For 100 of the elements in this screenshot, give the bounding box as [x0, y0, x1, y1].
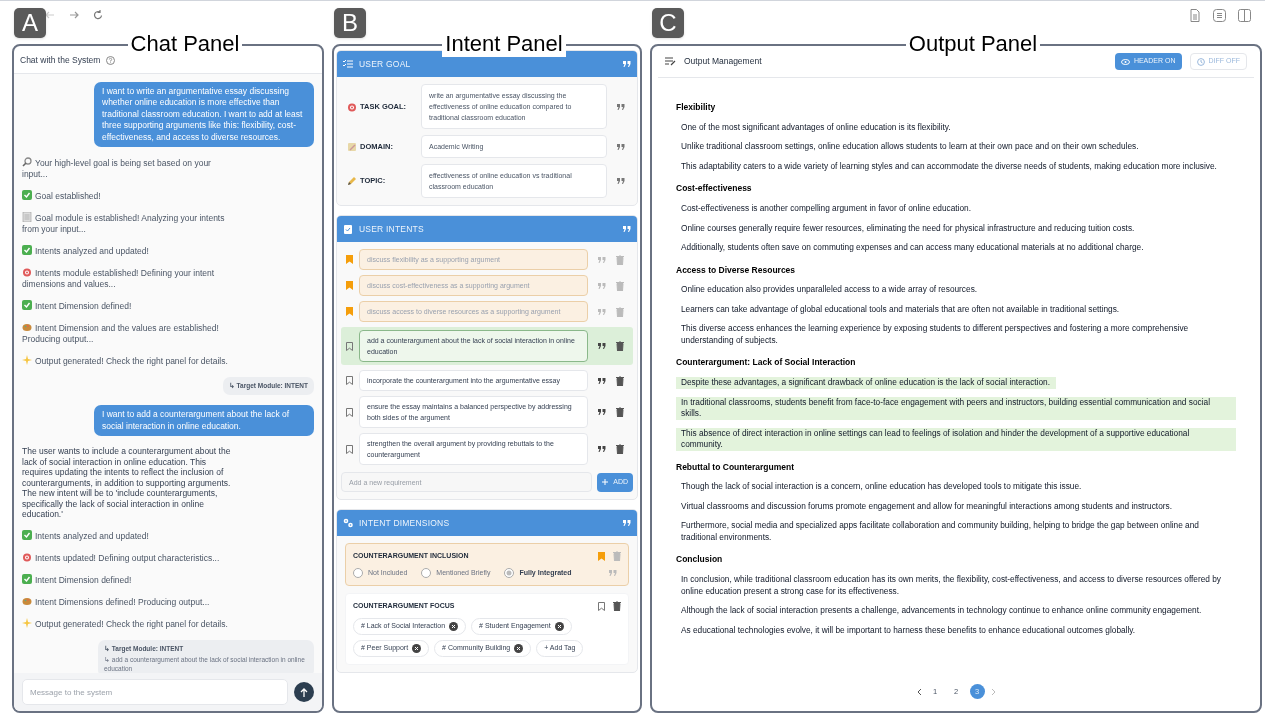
paragraph: This adaptability caters to a wide variety of learning styles and can accommodate the diverse needs of students, making education more inclusive. [680, 160, 1218, 173]
bookmark-icon[interactable] [598, 551, 605, 561]
quote-icon[interactable] [617, 103, 625, 110]
trash-icon[interactable] [613, 601, 621, 612]
status-message: Intent Dimension defined! [22, 573, 232, 586]
sparkle-icon [22, 617, 32, 628]
quote-icon[interactable] [617, 178, 625, 184]
clipboard-icon [343, 224, 353, 234]
bookmark-icon[interactable] [346, 307, 353, 316]
history-icon [1196, 57, 1205, 66]
sparkle-icon [22, 355, 32, 366]
send-button[interactable] [294, 682, 314, 702]
status-message: Intent Dimension defined! [22, 300, 232, 313]
status-message: Intent Dimension and the values are established! Producing output... [22, 322, 220, 346]
quote-icon[interactable] [617, 143, 625, 150]
remove-icon[interactable] [554, 621, 564, 631]
trash-icon[interactable] [616, 375, 624, 386]
trash-icon[interactable] [616, 341, 624, 351]
remove-icon[interactable] [514, 643, 524, 653]
status-message: Output generated! Check the right panel for details. [22, 617, 232, 630]
user-message-bubble: I want to write an argumentative essay discussing whether online education is more effective than traditional classroom education. I want to add at least three supporting arguments like this: flexibility, cost-effectiveness, and access to diverse resources. [94, 81, 314, 148]
check-icon [22, 573, 32, 584]
paragraph: As educational technologies evolve, it will be important to harness these benefits to enhance educational outcomes globally. [680, 624, 1137, 636]
section-title: INTENT DIMENSIONS [359, 516, 451, 530]
target-icon [22, 267, 32, 278]
section-heading: Rebuttal to Counterargument [676, 460, 796, 474]
radio-button[interactable] [504, 567, 515, 578]
paragraph: Online courses generally require fewer resources, eliminating the need for physical infrastructure and reducing tuition costs. [680, 222, 1136, 234]
status-message: Intents analyzed and updated! [22, 245, 232, 258]
help-icon[interactable] [106, 55, 116, 65]
remove-icon[interactable] [449, 621, 459, 631]
bookmark-icon[interactable] [346, 376, 353, 385]
bookmark-icon[interactable] [346, 407, 353, 417]
reload-icon[interactable] [92, 9, 104, 21]
quote-icon[interactable] [598, 409, 606, 415]
target-icon [22, 551, 32, 562]
status-message: Your high-level goal is being set based on your input... [22, 157, 212, 181]
panel-letter-badge: A [14, 8, 46, 38]
panel-title: Output Management [684, 55, 763, 68]
back-arrow-icon[interactable] [44, 9, 56, 21]
arrow-up-icon [300, 687, 308, 697]
trash-icon[interactable] [616, 407, 624, 417]
bookmark-icon[interactable] [346, 281, 353, 290]
paragraph: Additionally, students often save on commuting expenses and can access many educational materials at no additional charge. [680, 242, 1145, 254]
paragraph: This absence of direct interaction in online settings can lead to feelings of isolation and hinder the development of a supportive educational community. [676, 427, 1236, 451]
user-message-bubble: I want to add a counterargument about the lack of social interaction in online education. [94, 405, 314, 436]
quote-icon[interactable] [598, 343, 606, 349]
remove-icon[interactable] [412, 643, 422, 653]
status-message: Intents updated! Defining output characteristics... [22, 551, 232, 564]
paragraph: Virtual classrooms and discussion forums promote engagement and allow for meaningful interactions among students and instructors. [680, 500, 1173, 513]
check-icon [22, 245, 32, 256]
bookmark-icon[interactable] [346, 444, 353, 454]
section-heading: Access to Diverse Resources [676, 263, 797, 277]
paragraph: In conclusion, while traditional classroom education has its own merits, the flexibility, cost-effectiveness, and access to diverse resources offered by online education present a strong case for its effectiveness. [680, 574, 1223, 597]
section-heading: Counterargument: Lack of Social Interaction [676, 356, 857, 369]
status-message: Intents module established! Defining your intent dimensions and values... [22, 267, 216, 291]
section-heading: Cost-effectiveness [676, 182, 753, 195]
status-message: Intent Dimensions defined! Producing output... [22, 595, 232, 608]
panel-title: Chat with the System [20, 54, 101, 67]
pencil-icon [347, 176, 357, 186]
paragraph: Furthermore, social media and specialized apps facilitate collaboration and community building, helping to bridge the gap between online and traditional environments. [680, 520, 1200, 544]
plus-icon [602, 478, 609, 485]
panel-letter-badge: C [652, 8, 684, 38]
bookmark-icon[interactable] [346, 341, 353, 351]
assistant-message: The user wants to include a counterargument about the lack of social interaction in online education. This requires updating the intents to reflect the inclusion of counterarguments, in addition to supporting arguments. The new intent will be to 'include counterarguments, specifically the lack of social interaction in online education.' [22, 446, 232, 520]
list-icon[interactable] [1213, 9, 1226, 22]
trash-icon[interactable] [616, 444, 624, 454]
status-message: Goal module is established! Analyzing your intents from your input... [22, 212, 226, 236]
quote-icon[interactable] [598, 377, 606, 384]
next-page-icon[interactable] [990, 687, 997, 696]
forward-arrow-icon[interactable] [68, 9, 80, 21]
edit-list-icon [665, 57, 676, 66]
magnifier-icon [22, 157, 32, 168]
section-heading: Flexibility [676, 101, 717, 114]
paragraph: Learners can take advantage of global educational tools and materials that are often not available in traditional settings. [680, 303, 1121, 316]
check-icon [22, 300, 32, 311]
paragraph: In traditional classrooms, students benefit from face-to-face engagement with peers and instructors, building essential communication and social skills. [676, 396, 1236, 420]
status-message: Goal established! [22, 190, 232, 203]
paragraph: One of the most significant advantages of online education is its flexibility. [680, 121, 952, 134]
document-icon[interactable] [1189, 9, 1201, 22]
bookmark-icon[interactable] [346, 255, 353, 264]
paragraph: This diverse access enhances the learning experience by exposing students to different perspectives and fostering a more comprehensive understanding of subjects. [680, 323, 1190, 347]
paragraph: Although the lack of social interaction presents a challenge, advancements in technology continue to enhance online community engagement. [680, 605, 1203, 617]
radio-button[interactable] [353, 567, 363, 578]
paragraph: Despite these advantages, a significant drawback of online education is the lack of social interaction. [676, 377, 1056, 389]
panel-letter-badge: B [334, 8, 366, 38]
paragraph: Cost-effectiveness is another compelling argument in favor of online education. [680, 203, 972, 215]
target-icon [347, 101, 357, 112]
quote-icon[interactable] [598, 446, 606, 452]
sidebar-icon[interactable] [1238, 9, 1251, 22]
prev-page-icon[interactable] [915, 687, 922, 696]
message-input-field[interactable]: Message to the system [22, 679, 288, 705]
paragraph: Online education also provides unparalleled access to a wide array of resources. [680, 284, 979, 296]
paragraph: Unlike traditional classroom settings, online education allows students to learn at their own pace and on their own schedules. [680, 141, 1140, 153]
notepad-icon [347, 141, 357, 152]
eye-icon [1120, 58, 1130, 65]
section-title: USER INTENTS [359, 222, 425, 236]
bookmark-icon[interactable] [598, 601, 605, 611]
radio-button[interactable] [421, 567, 432, 578]
section-title: USER GOAL [359, 57, 412, 71]
